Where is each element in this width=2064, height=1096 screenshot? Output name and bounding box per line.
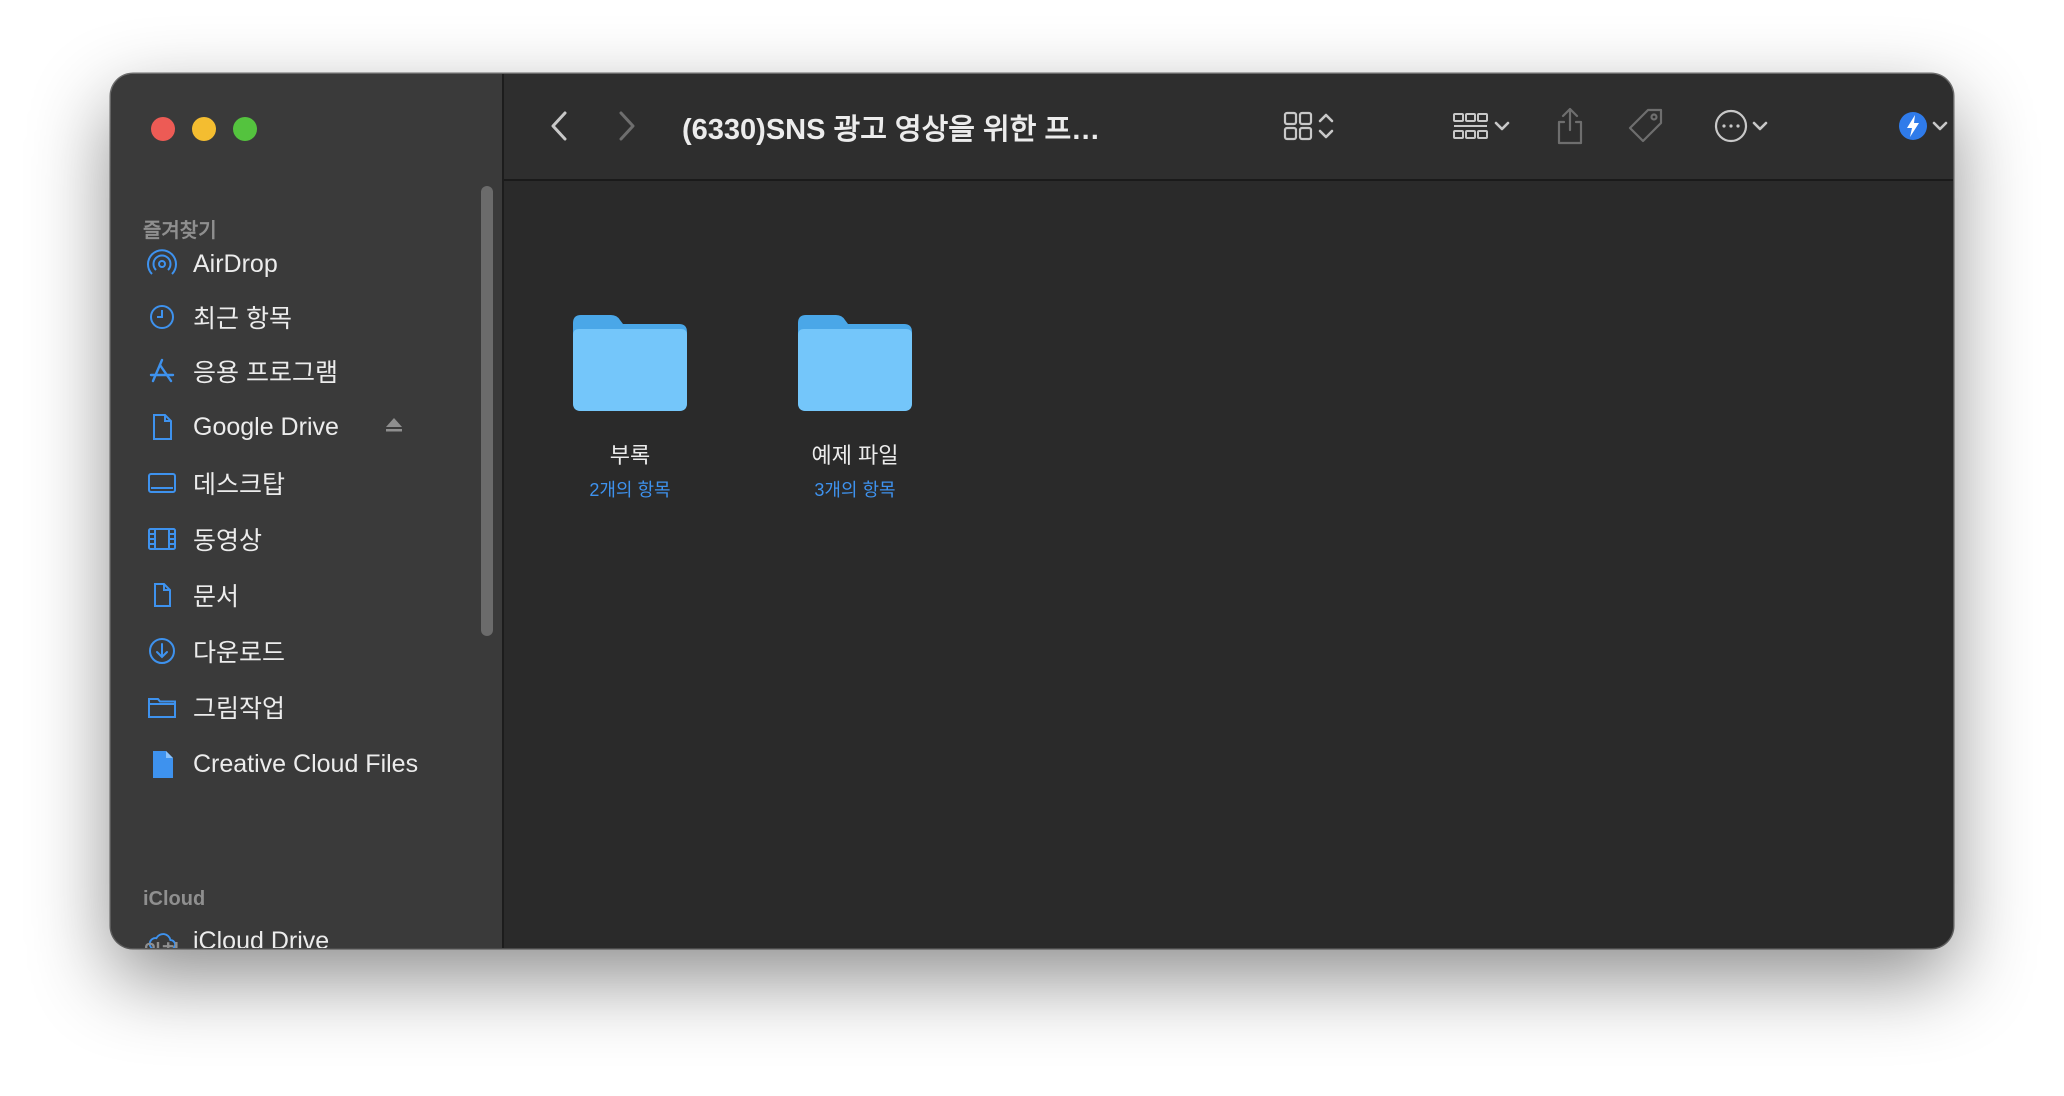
sidebar-item-label: 데스크탑 [193,471,286,499]
extension-button[interactable] [1889,104,1953,148]
document-icon [147,412,177,442]
chevron-down-icon [1494,121,1510,131]
sidebar-item-documents[interactable]: 문서 [147,573,477,617]
sidebar-item-creative-cloud[interactable]: Creative Cloud Files [147,742,477,786]
chevron-down-icon [1752,121,1768,131]
folder-name: 예제 파일 [811,443,899,468]
sidebar-item-desktop[interactable]: 데스크탑 [147,461,477,505]
airdrop-icon [147,249,177,279]
sidebar-item-airdrop[interactable]: AirDrop [147,242,477,286]
applications-icon [147,356,177,386]
folder-icon [573,315,687,411]
sidebar-item-recents[interactable]: 최근 항목 [147,295,477,339]
sidebar: 즐겨찾기 AirDrop 최근 항목 응용 프로그램 Google Drive … [111,74,504,948]
sidebar-item-label: 최근 항목 [193,305,292,333]
share-button[interactable] [1550,104,1590,148]
sidebar-item-google-drive[interactable]: Google Drive [147,405,477,449]
close-button[interactable] [151,117,175,141]
group-button[interactable] [1442,104,1522,148]
folder-item[interactable]: 예제 파일 3개의 항목 [765,311,945,502]
minimize-button[interactable] [192,117,216,141]
locations-section-label: 위치 [143,936,180,948]
chevron-right-icon [619,111,635,141]
toolbar: (6330)SNS 광고 영상을 위한 프… [504,74,1953,181]
folder-item[interactable]: 부록 2개의 항목 [540,311,720,502]
chevron-down-icon [1932,121,1948,131]
document-icon [147,580,177,610]
zoom-button[interactable] [233,117,257,141]
sidebar-item-downloads[interactable]: 다운로드 [147,629,477,673]
film-icon [147,524,177,554]
sidebar-item-folder[interactable]: 그림작업 [147,685,477,729]
share-icon [1557,107,1583,145]
chevron-left-icon [551,111,567,141]
file-browser-area[interactable]: 부록 2개의 항목 예제 파일 3개의 항목 [504,181,1953,948]
finder-window: 즐겨찾기 AirDrop 최근 항목 응용 프로그램 Google Drive … [111,74,1953,948]
favorites-section-label: 즐겨찾기 [143,220,217,242]
sidebar-item-label: Google Drive [193,412,339,441]
view-mode-button[interactable] [1269,104,1349,148]
sidebar-item-icloud-drive[interactable]: iCloud Drive [147,919,477,948]
folder-item-count: 3개의 항목 [814,480,896,500]
icloud-section-label: iCloud [143,888,206,910]
window-controls [151,117,257,141]
window-title: (6330)SNS 광고 영상을 위한 프… [682,114,1101,146]
sidebar-item-label: iCloud Drive [193,926,330,949]
lightning-bolt-icon [1899,112,1927,140]
forward-button[interactable] [612,104,642,148]
folder-icon [147,692,177,722]
sidebar-item-label: AirDrop [193,249,278,278]
group-icon [1453,113,1488,139]
tag-icon [1628,108,1663,143]
back-button[interactable] [544,104,574,148]
sidebar-item-movies[interactable]: 동영상 [147,517,477,561]
sidebar-item-applications[interactable]: 응용 프로그램 [147,349,477,393]
sidebar-item-label: 문서 [193,583,240,611]
folder-item-count: 2개의 항목 [589,480,671,500]
sidebar-item-label: 그림작업 [193,695,286,723]
updown-chevron-icon [1318,113,1334,139]
desktop-icon [147,468,177,498]
tag-button[interactable] [1624,104,1668,148]
download-icon [147,636,177,666]
ellipsis-circle-icon [1714,109,1748,143]
clock-icon [147,302,177,332]
sidebar-scrollbar[interactable] [481,186,493,636]
sidebar-item-label: 응용 프로그램 [193,359,338,387]
action-menu-button[interactable] [1704,104,1780,148]
creative-cloud-file-icon [147,749,177,779]
folder-name: 부록 [609,443,651,468]
sidebar-item-label: Creative Cloud Files [193,749,419,778]
eject-icon[interactable] [383,413,405,442]
grid-icon [1283,111,1313,141]
folder-icon [798,315,912,411]
sidebar-item-label: 동영상 [193,527,263,555]
sidebar-item-label: 다운로드 [193,639,286,667]
